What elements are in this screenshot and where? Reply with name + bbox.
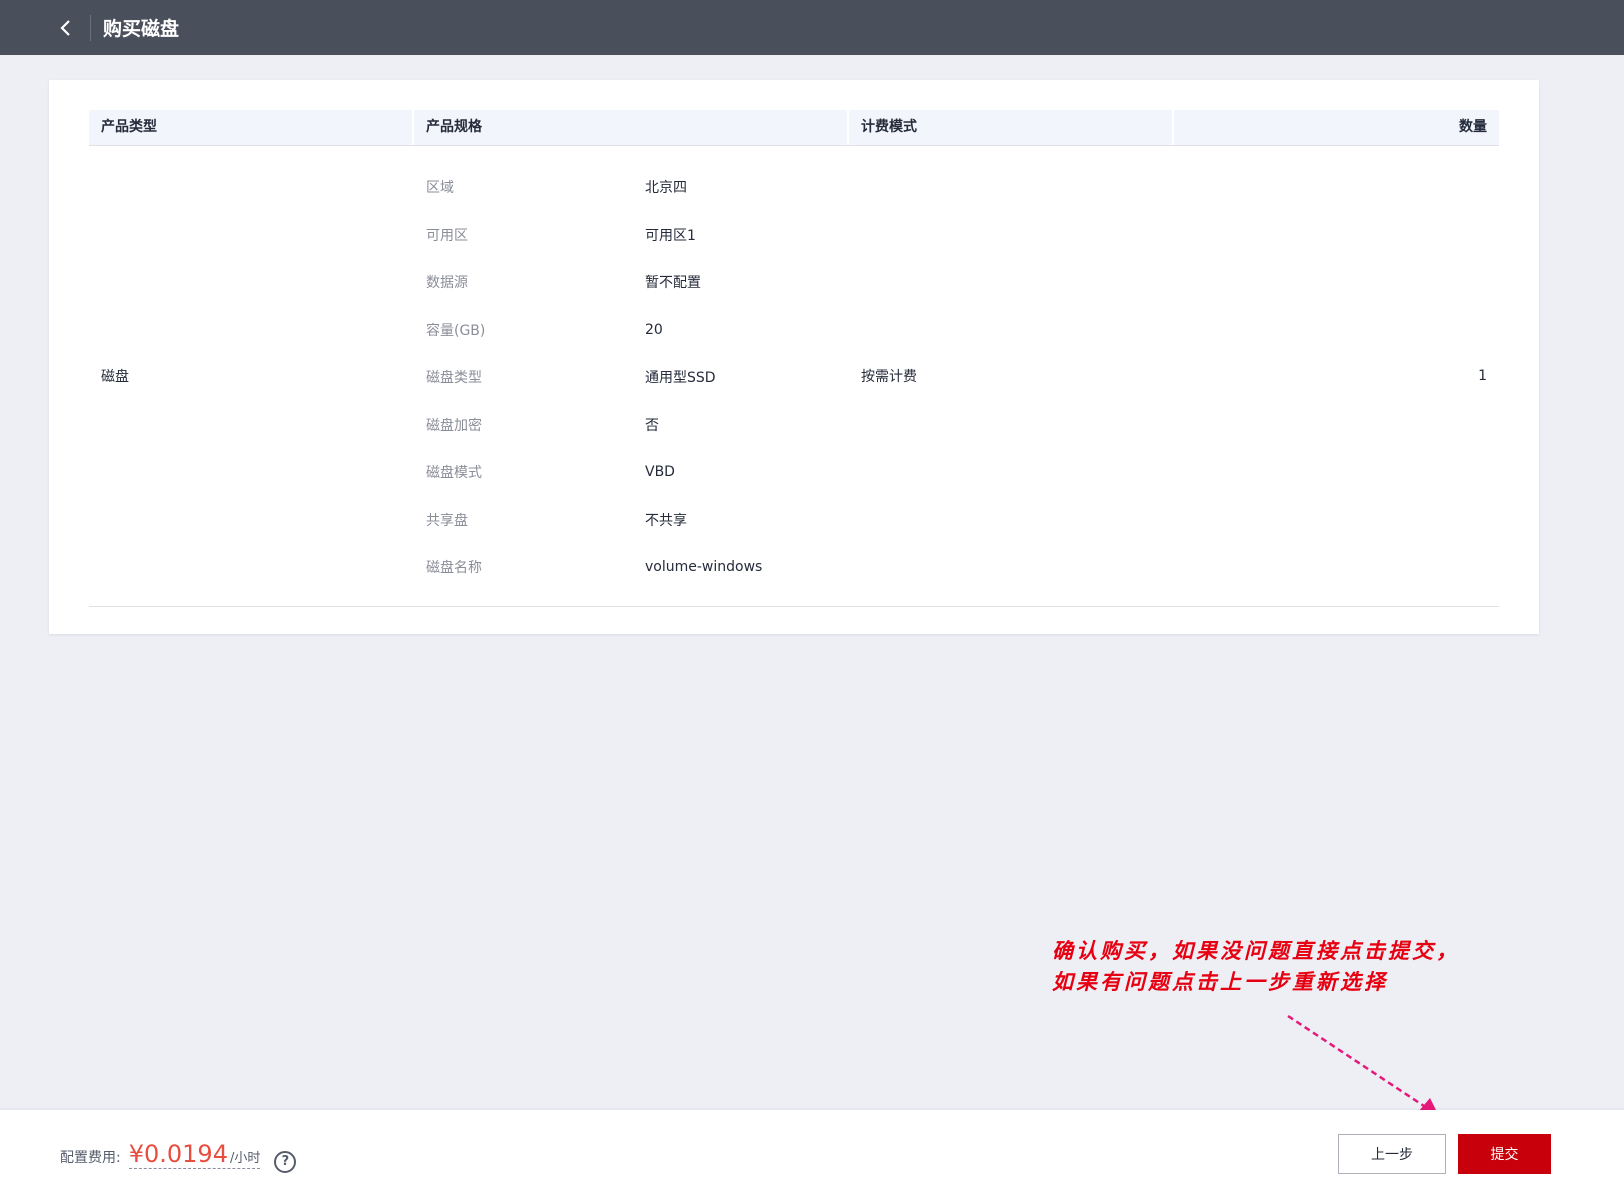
annotation-text: 确认购买，如果没问题直接点击提交， 如果有问题点击上一步重新选择 xyxy=(1052,935,1460,997)
spec-key: 数据源 xyxy=(426,275,468,291)
chevron-left-icon xyxy=(60,19,70,36)
page-title: 购买磁盘 xyxy=(103,18,180,40)
spec-value: 北京四 xyxy=(645,180,687,196)
fee-unit: /小时 xyxy=(229,1151,261,1166)
spec-key: 共享盘 xyxy=(426,512,468,529)
order-table: 产品类型 产品规格 计费模式 数量 磁盘 区域 北京四 可用区 可用区1 数据源… xyxy=(89,110,1499,607)
back-button[interactable] xyxy=(42,0,90,55)
spec-value: VBD xyxy=(645,464,675,480)
fee-label: 配置费用: xyxy=(60,1150,121,1166)
spec-key: 可用区 xyxy=(426,227,468,244)
spec-row-capacity: 容量(GB) 20 xyxy=(426,306,762,354)
title-divider xyxy=(90,14,91,41)
spec-key: 磁盘类型 xyxy=(426,370,482,386)
fee-summary: 配置费用: ¥0.0194 /小时 ? xyxy=(60,1140,297,1173)
annotation-arrow xyxy=(1287,1014,1440,1118)
spec-value: 通用型SSD xyxy=(645,370,716,386)
spec-value: volume-windows xyxy=(645,559,763,575)
previous-step-button[interactable]: 上一步 xyxy=(1338,1134,1446,1174)
top-bar: 购买磁盘 xyxy=(0,0,1624,55)
spec-value: 否 xyxy=(645,417,659,434)
spec-row-disk-type: 磁盘类型 通用型SSD xyxy=(426,353,762,401)
footer-bar: 配置费用: ¥0.0194 /小时 ? 上一步 提交 xyxy=(0,1110,1624,1196)
spec-key: 磁盘加密 xyxy=(426,417,482,434)
cell-product-spec: 区域 北京四 可用区 可用区1 数据源 暂不配置 容量(GB) 20 磁盘类型 … xyxy=(414,146,849,606)
table-header: 产品类型 产品规格 计费模式 数量 xyxy=(89,110,1499,146)
spec-row-region: 区域 北京四 xyxy=(426,163,762,211)
fee-price-value: ¥0.0194 xyxy=(128,1140,228,1168)
spec-key: 磁盘模式 xyxy=(426,465,482,481)
cell-product-type: 磁盘 xyxy=(101,369,129,385)
spec-row-datasource: 数据源 暂不配置 xyxy=(426,258,762,306)
spec-list: 区域 北京四 可用区 可用区1 数据源 暂不配置 容量(GB) 20 磁盘类型 … xyxy=(426,145,762,607)
spec-row-encryption: 磁盘加密 否 xyxy=(426,401,762,449)
table-row: 磁盘 区域 北京四 可用区 可用区1 数据源 暂不配置 容量(GB) 20 磁盘… xyxy=(89,146,1499,607)
spec-row-shared: 共享盘 不共享 xyxy=(426,496,762,544)
header-quantity: 数量 xyxy=(1459,119,1487,135)
spec-row-disk-name: 磁盘名称 volume-windows xyxy=(426,543,762,591)
spec-value: 可用区1 xyxy=(645,227,696,244)
cell-billing-mode: 按需计费 xyxy=(861,369,917,385)
spec-value: 暂不配置 xyxy=(645,275,701,291)
spec-row-disk-mode: 磁盘模式 VBD xyxy=(426,448,762,496)
spec-value: 不共享 xyxy=(645,512,687,529)
fee-price[interactable]: ¥0.0194 /小时 xyxy=(128,1140,261,1169)
spec-key: 容量(GB) xyxy=(426,322,486,339)
header-billing-mode: 计费模式 xyxy=(849,110,1174,145)
order-summary-card: 产品类型 产品规格 计费模式 数量 磁盘 区域 北京四 可用区 可用区1 数据源… xyxy=(49,80,1539,634)
annotation-line-2: 如果有问题点击上一步重新选择 xyxy=(1052,969,1388,994)
annotation-line-1: 确认购买，如果没问题直接点击提交， xyxy=(1052,938,1460,963)
question-circle-icon[interactable]: ? xyxy=(274,1150,297,1173)
header-product-type: 产品类型 xyxy=(89,110,414,145)
spec-key: 磁盘名称 xyxy=(426,560,482,576)
spec-key: 区域 xyxy=(426,180,454,196)
spec-row-az: 可用区 可用区1 xyxy=(426,211,762,259)
header-product-spec: 产品规格 xyxy=(414,110,849,145)
submit-button[interactable]: 提交 xyxy=(1458,1134,1551,1174)
spec-value: 20 xyxy=(645,321,663,338)
cell-quantity: 1 xyxy=(1478,368,1487,384)
